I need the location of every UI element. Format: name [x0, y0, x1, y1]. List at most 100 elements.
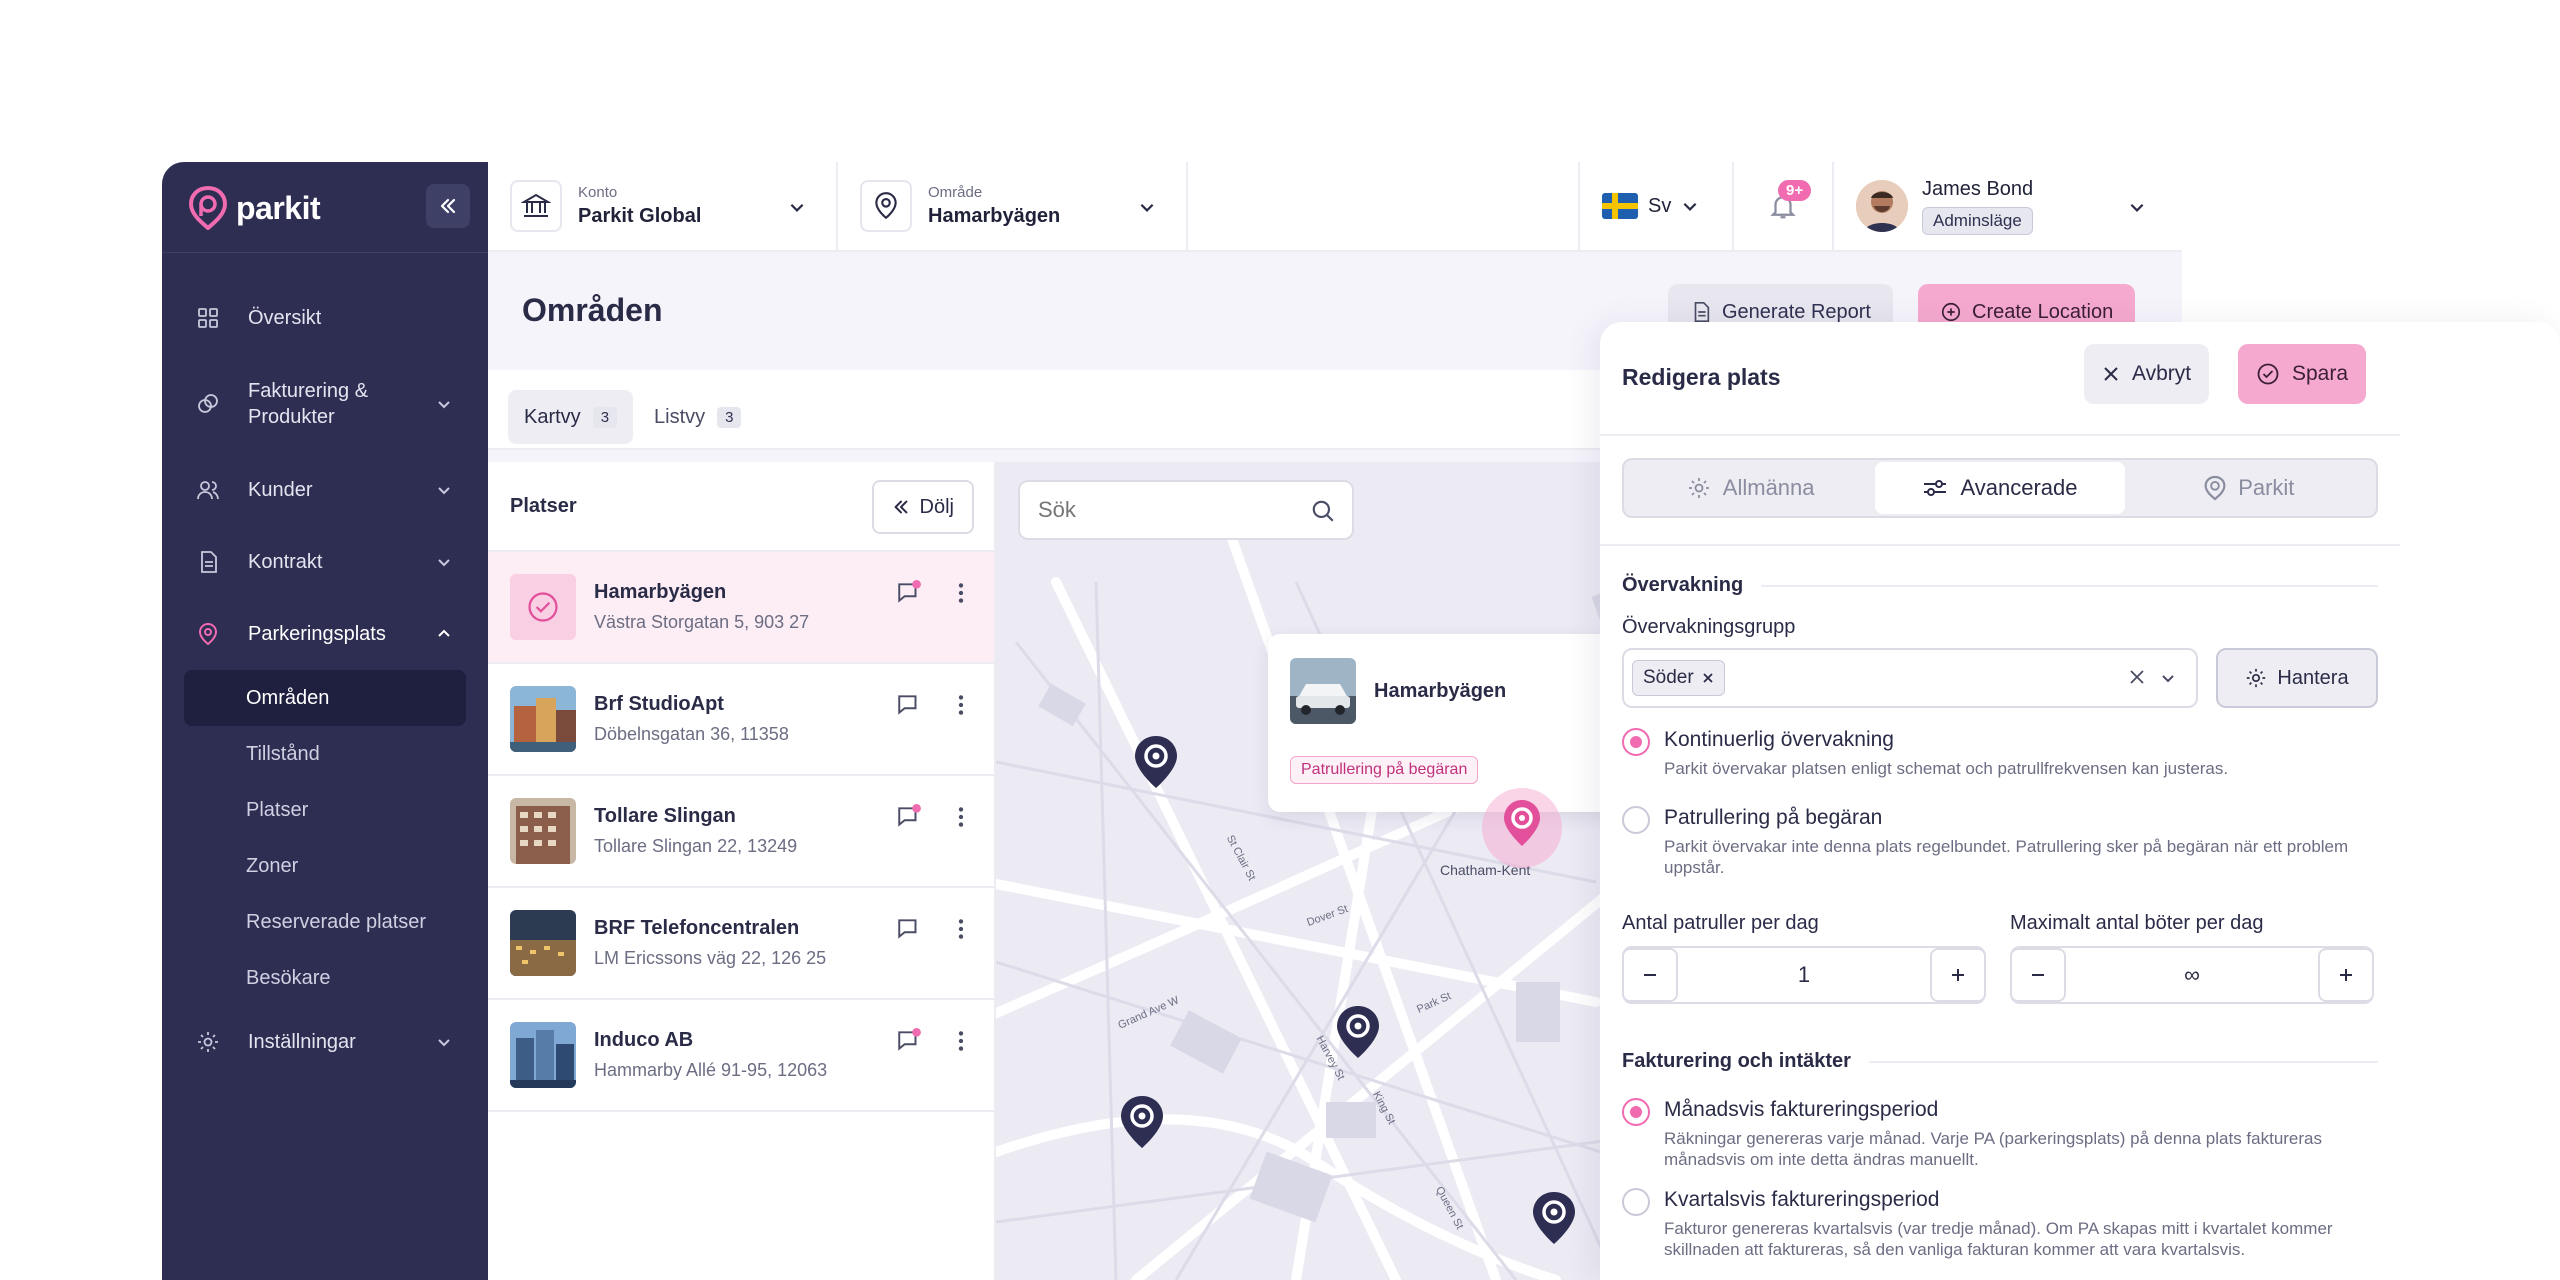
decrement-button[interactable] [1622, 948, 1678, 1002]
max-fines-value[interactable]: ∞ [2064, 962, 2320, 988]
more-vertical-icon[interactable] [948, 692, 974, 718]
grid-icon [198, 308, 218, 328]
manage-groups-button[interactable]: Hantera [2216, 648, 2378, 708]
location-row[interactable]: Induco AB Hammarby Allé 91-95, 12063 [488, 1000, 994, 1112]
selected-check-icon [510, 574, 576, 640]
radio-button[interactable] [1622, 1098, 1650, 1126]
segment-parkit[interactable]: Parkit [2125, 462, 2374, 514]
notifications-button[interactable]: 9+ [1732, 162, 1832, 250]
segment-label: Avancerade [1960, 475, 2078, 500]
sidebar-item-label: Fakturering & Produkter [248, 380, 369, 428]
location-row[interactable]: BRF Telefoncentralen LM Ericssons väg 22,… [488, 888, 994, 1000]
location-row[interactable]: Brf StudioApt Döbelnsgatan 36, 11358 [488, 664, 994, 776]
save-label: Spara [2292, 362, 2349, 385]
max-fines-label: Maximalt antal böter per dag [2010, 912, 2264, 934]
decrement-button[interactable] [2010, 948, 2066, 1002]
sidebar-subitem-platser[interactable]: Platser [184, 782, 466, 838]
sidebar-subitem-tillstand[interactable]: Tillstånd [184, 726, 466, 782]
tab-kartvy[interactable]: Kartvy 3 [508, 390, 634, 444]
check-circle-icon [2257, 363, 2279, 385]
brand-logo[interactable]: parkit [188, 184, 321, 232]
area-label: Område [928, 184, 983, 201]
increment-button[interactable] [2318, 948, 2374, 1002]
more-vertical-icon[interactable] [948, 1028, 974, 1054]
sidebar-item-label: Inställningar [248, 1031, 356, 1053]
sidebar-item-label: Översikt [248, 307, 322, 329]
location-thumbnail [510, 686, 576, 752]
max-fines-stepper[interactable]: ∞ [2010, 946, 2374, 1004]
sidebar-item-parkeringsplats[interactable]: Parkeringsplats [162, 598, 488, 670]
radio-button[interactable] [1622, 728, 1650, 756]
chat-icon[interactable] [896, 580, 922, 606]
gear-icon [198, 1032, 218, 1052]
panel-divider [1600, 434, 2400, 436]
radio-label: Månadsvis faktureringsperiod [1664, 1098, 1939, 1121]
sidebar-item-installningar[interactable]: Inställningar [162, 1006, 488, 1078]
radio-button[interactable] [1622, 806, 1650, 834]
sidebar-item-kunder[interactable]: Kunder [162, 454, 488, 526]
location-row[interactable]: Hamarbyägen Västra Storgatan 5, 903 27 [488, 552, 994, 664]
chat-icon[interactable] [896, 916, 922, 942]
chevron-down-icon[interactable] [2160, 670, 2176, 686]
location-name: Tollare Slingan [594, 805, 736, 827]
swedish-flag-icon [1602, 193, 1638, 219]
location-row[interactable]: Tollare Slingan Tollare Slingan 22, 13249 [488, 776, 994, 888]
document-icon [201, 551, 217, 573]
patrols-value[interactable]: 1 [1676, 962, 1932, 988]
sidebar-item-kontrakt[interactable]: Kontrakt [162, 526, 488, 598]
plus-circle-icon [1941, 302, 1961, 322]
radio-button[interactable] [1622, 1188, 1650, 1216]
cancel-button[interactable]: Avbryt [2084, 344, 2210, 404]
sidebar-item-fakturering[interactable]: Fakturering & Produkter [162, 354, 488, 454]
close-icon [2104, 367, 2118, 381]
sidebar-subitem-zoner[interactable]: Zoner [184, 838, 466, 894]
hide-list-label: Dölj [919, 495, 954, 518]
double-chevron-left-icon [894, 500, 907, 514]
save-button[interactable]: Spara [2238, 344, 2367, 404]
chevron-down-icon [1683, 202, 1697, 211]
collapse-sidebar-button[interactable] [426, 184, 470, 228]
tab-label: Listvy [654, 405, 706, 428]
parkit-logo-icon [2204, 475, 2226, 501]
section-billing: Fakturering och intäkter [1622, 1050, 2378, 1073]
tab-count: 3 [592, 406, 618, 428]
chat-icon[interactable] [896, 804, 922, 830]
radio-description: Parkit övervakar platsen enligt schemat … [1664, 759, 2229, 778]
page-title: Områden [522, 292, 663, 328]
hide-list-button[interactable]: Dölj [871, 480, 974, 534]
map-pin[interactable] [1132, 734, 1180, 790]
coins-icon [198, 394, 218, 413]
segment-label: Parkit [2238, 475, 2295, 500]
map-pin[interactable] [1118, 1094, 1166, 1150]
segment-allmanna[interactable]: Allmänna [1626, 462, 1875, 514]
more-vertical-icon[interactable] [948, 916, 974, 942]
search-input[interactable] [1038, 497, 1298, 523]
map-pin[interactable] [1530, 1190, 1578, 1246]
chat-icon[interactable] [896, 692, 922, 718]
tab-listvy[interactable]: Listvy 3 [638, 390, 757, 444]
create-location-label: Create Location [1972, 300, 2114, 323]
map-search[interactable] [1018, 480, 1354, 540]
map-pin-selected[interactable] [1480, 786, 1564, 870]
sidebar-subitem-besokare[interactable]: Besökare [184, 950, 466, 1006]
clear-icon[interactable] [2128, 668, 2146, 686]
more-vertical-icon[interactable] [948, 580, 974, 606]
chat-icon[interactable] [896, 1028, 922, 1054]
user-menu[interactable]: James Bond Adminsläge [1832, 162, 2182, 250]
patrols-stepper[interactable]: 1 [1622, 946, 1986, 1004]
area-selector[interactable]: Område Hamarbyägen [838, 162, 1188, 250]
location-address: Hammarby Allé 91-95, 12063 [594, 1060, 828, 1080]
increment-button[interactable] [1930, 948, 1986, 1002]
sidebar-subitem-reserverade[interactable]: Reserverade platser [184, 894, 466, 950]
account-selector[interactable]: Konto Parkit Global [488, 162, 838, 250]
sidebar-item-oversikt[interactable]: Översikt [162, 282, 488, 354]
sidebar-subitem-omraden[interactable]: Områden [184, 670, 466, 726]
language-selector[interactable]: Sv [1578, 162, 1732, 250]
segment-avancerade[interactable]: Avancerade [1875, 462, 2125, 514]
edit-location-panel: Redigera plats Avbryt Spara Allmänna Ava… [1600, 322, 2560, 1280]
map-pin[interactable] [1334, 1004, 1382, 1060]
popup-name: Hamarbyägen [1374, 680, 1507, 702]
remove-chip-icon[interactable] [1702, 672, 1714, 684]
more-vertical-icon[interactable] [948, 804, 974, 830]
monitoring-group-select[interactable]: Söder [1622, 648, 2198, 708]
